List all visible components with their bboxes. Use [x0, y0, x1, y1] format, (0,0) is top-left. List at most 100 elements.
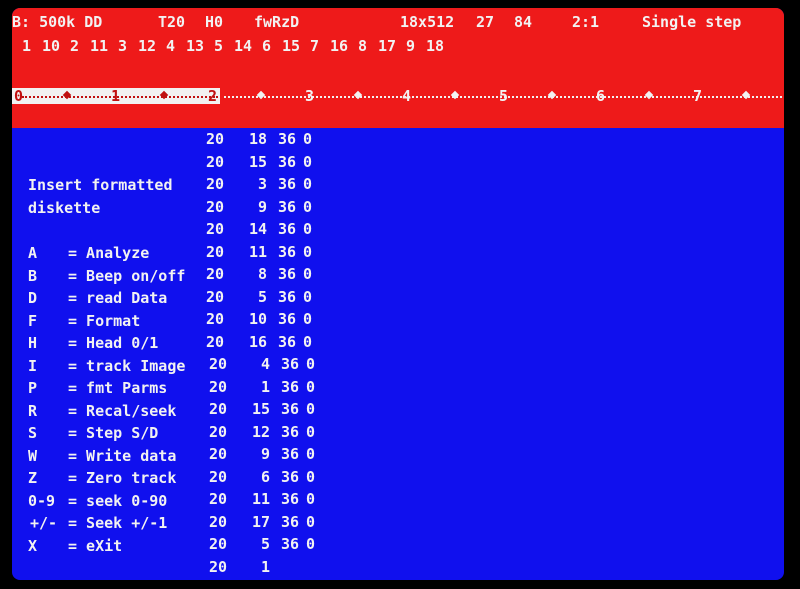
sector-number: 6 [262, 37, 272, 55]
sector-table-cell: 5 [260, 535, 270, 553]
sector-table-cell: 36 [277, 287, 296, 306]
sector-table-cell: 0 [302, 152, 312, 171]
command-key: +/- [30, 514, 58, 532]
sector-table-cell: 36 [277, 220, 296, 238]
ratio-status: 2:1 [572, 13, 600, 31]
flags-status: fwRzD [254, 13, 300, 31]
sector-number: 17 [378, 37, 397, 55]
command-key: H [28, 334, 56, 352]
ruler-number: 3 [305, 87, 315, 105]
sector-number: 3 [118, 37, 128, 55]
sector-table-cell: 20 [208, 557, 227, 576]
sector-table-cell: 20 [205, 197, 224, 216]
sector-table-cell: 36 [280, 490, 299, 508]
sector-table-cell: 20 [208, 512, 227, 531]
sector-table-cell: 0 [302, 265, 312, 283]
sector-table-cell: 1 [260, 557, 270, 576]
sector-table-cell: 20 [205, 265, 224, 283]
drive-status: B: 500k DD [12, 13, 103, 31]
command-description: = Analyze [68, 244, 150, 262]
sector-table-cell: 0 [305, 467, 315, 486]
status-header: B: 500k DD T20 H0 fwRzD 18x512 27 84 2:1… [12, 8, 784, 128]
mode-status: Single step [642, 13, 742, 31]
command-description: = read Data [68, 289, 168, 307]
command-description: = Head 0/1 [68, 334, 159, 352]
sector-table-cell: 20 [208, 422, 227, 441]
sector-number: 15 [282, 37, 301, 55]
sector-number: 8 [358, 37, 368, 55]
dos-screen: B: 500k DD T20 H 0 fwRzD 18x512 27 84 2:1… [12, 8, 784, 580]
count-b-status: 84 [514, 13, 533, 31]
sector-table-cell: 0 [302, 287, 312, 306]
command-key: R [28, 401, 56, 420]
command-key: A [28, 244, 56, 262]
sector-table-cell: 10 [248, 310, 267, 328]
sector-table-cell: 0 [305, 490, 315, 508]
sector-table-cell: 8 [257, 265, 267, 283]
sector-table-cell: 20 [205, 152, 224, 171]
command-key: P [28, 379, 56, 397]
sector-table-cell: 20 [205, 287, 224, 306]
command-description: = Step S/D [68, 424, 159, 442]
command-description: = seek 0-90 [68, 491, 168, 510]
command-key: I [28, 356, 56, 375]
sector-table-cell: 36 [280, 422, 299, 441]
sector-number: 18 [426, 37, 445, 55]
sector-table-cell: 20 [208, 535, 227, 553]
command-key: D [28, 289, 56, 307]
sector-table-cell: 36 [280, 512, 299, 531]
sector-number: 7 [310, 37, 320, 55]
command-description: = eXit [68, 536, 123, 555]
command-key: 0-9 [28, 491, 56, 510]
sector-number: 10 [42, 37, 61, 55]
sector-table-cell: 36 [280, 535, 299, 553]
sector-table-cell: 20 [205, 130, 224, 148]
sector-table-cell: 5 [257, 287, 267, 306]
sector-table-cell: 20 [205, 175, 224, 193]
sector-number: 12 [138, 37, 157, 55]
sector-table-cell: 0 [305, 400, 315, 418]
sector-table-cell: 0 [302, 130, 312, 148]
sector-number: 16 [330, 37, 349, 55]
sector-table-cell: 0 [302, 175, 312, 193]
sector-table-cell: 36 [280, 355, 299, 373]
command-key: B [28, 266, 56, 285]
command-description: = Zero track [68, 469, 177, 487]
sector-table-cell: 0 [305, 422, 315, 441]
sector-table-cell: 36 [280, 377, 299, 396]
track-status: T20 [158, 13, 186, 31]
sector-table-cell: 0 [302, 197, 312, 216]
sector-table-cell: 15 [248, 152, 267, 171]
sector-table-cell: 36 [277, 152, 296, 171]
sector-table-cell: 0 [305, 377, 315, 396]
command-key: W [28, 446, 56, 465]
sector-table-cell: 20 [208, 467, 227, 486]
sector-table-cell: 1 [260, 377, 270, 396]
sector-table-cell: 0 [302, 332, 312, 351]
ruler-number: 7 [693, 87, 703, 105]
ruler-number: 6 [596, 87, 606, 105]
sector-table-cell: 20 [208, 400, 227, 418]
insert-prompt-line1: Insert formatted [28, 176, 173, 194]
sector-table-cell: 36 [280, 400, 299, 418]
command-description: = Format [68, 311, 141, 330]
sector-table-cell: 20 [208, 377, 227, 396]
sector-table-cell: 0 [302, 310, 312, 328]
sector-table-cell: 36 [277, 310, 296, 328]
sector-table-cell: 16 [248, 332, 267, 351]
sector-table-cell: 20 [205, 332, 224, 351]
command-description: = fmt Parms [68, 379, 168, 397]
track-position-ruler: 0 1 2 3 4 5 6 7 [12, 87, 784, 105]
sector-table-cell: 36 [277, 332, 296, 351]
sector-table-cell: 17 [251, 512, 270, 531]
sector-number: 5 [214, 37, 224, 55]
sector-table-cell: 0 [305, 355, 315, 373]
geometry-status: 18x512 [400, 13, 455, 31]
command-description: = Beep on/off [68, 266, 186, 285]
command-description: = track Image [68, 356, 186, 375]
sector-table-cell: 0 [302, 220, 312, 238]
count-a-status: 27 [476, 13, 495, 31]
sector-table-cell: 36 [277, 130, 296, 148]
command-description: = Seek +/-1 [68, 514, 168, 532]
sector-table-cell: 0 [305, 445, 315, 463]
